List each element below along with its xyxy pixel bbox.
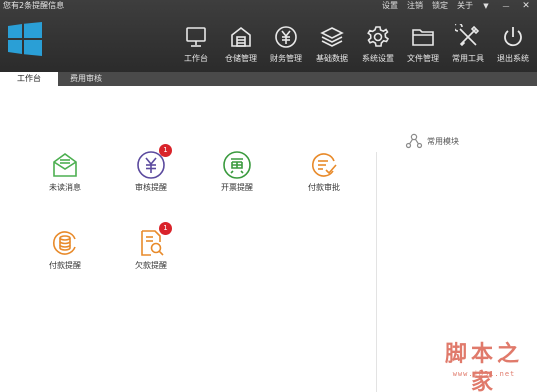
about-link[interactable]: 关于 [457, 1, 473, 11]
common-modules-header: 常用模块 [405, 133, 459, 149]
system-links: 设置 注销 锁定 关于 ▼ — ✕ [373, 1, 537, 11]
nav-system-settings[interactable]: 系统设置 [353, 24, 403, 68]
nav-label: 基础数据 [316, 54, 348, 63]
top-header: 您有2条提醒信息 设置 注销 锁定 关于 ▼ — ✕ 工作台 仓储管理 财务管理… [0, 0, 537, 72]
tab-workbench[interactable]: 工作台 [0, 72, 58, 86]
menu-dropdown-button[interactable]: ▼ [479, 1, 493, 11]
close-button[interactable]: ✕ [519, 1, 533, 11]
nav-workbench[interactable]: 工作台 [171, 24, 221, 68]
watermark-title: 脚本之家 [444, 341, 523, 392]
app-label: 审核提醒 [135, 183, 167, 192]
tab-bar: 工作台 费用审核 [0, 72, 537, 86]
minimize-button[interactable]: — [499, 1, 513, 11]
app-label: 未读消息 [49, 183, 81, 192]
app-debt-reminder[interactable]: 1 欠款提醒 [121, 222, 181, 286]
layers-icon [320, 27, 344, 47]
nav-file-management[interactable]: 文件管理 [398, 24, 448, 68]
settings-link[interactable]: 设置 [382, 1, 398, 11]
nav-basedata[interactable]: 基础数据 [307, 24, 357, 68]
nav-finance[interactable]: 财务管理 [261, 24, 311, 68]
logout-link[interactable]: 注销 [407, 1, 423, 11]
nav-label: 系统设置 [362, 54, 394, 63]
nav-label: 文件管理 [407, 54, 439, 63]
app-payment-reminder[interactable]: 付款提醒 [35, 228, 95, 286]
invoice-icon [223, 151, 251, 179]
nav-exit-system[interactable]: 退出系统 [488, 24, 537, 68]
folder-icon [412, 29, 434, 46]
nav-warehouse[interactable]: 仓储管理 [216, 24, 266, 68]
envelope-icon [53, 153, 77, 177]
lock-link[interactable]: 锁定 [432, 1, 448, 11]
share-nodes-icon [405, 133, 423, 149]
tab-expense-review[interactable]: 费用审核 [58, 72, 114, 86]
notification-badge: 1 [159, 144, 172, 157]
power-icon [504, 27, 522, 47]
app-label: 付款提醒 [49, 261, 81, 270]
app-invoice-reminder[interactable]: 开票提醒 [207, 150, 267, 208]
app-label: 欠款提醒 [135, 261, 167, 270]
nav-label: 退出系统 [497, 54, 529, 63]
nav-common-tools[interactable]: 常用工具 [443, 24, 493, 68]
approve-icon [312, 153, 337, 177]
reminder-notice[interactable]: 您有2条提醒信息 [3, 1, 64, 11]
app-review-reminder[interactable]: 1 审核提醒 [121, 144, 181, 208]
watermark-url: www.jb51.net [452, 370, 516, 378]
nav-label: 仓储管理 [225, 54, 257, 63]
monitor-icon [186, 27, 206, 47]
column-divider [376, 152, 377, 392]
nav-label: 常用工具 [452, 54, 484, 63]
yuan-circle-icon [275, 26, 297, 48]
nav-label: 财务管理 [270, 54, 302, 63]
site-watermark: 脚本之家 www.jb51.net [434, 340, 534, 392]
nav-label: 工作台 [184, 54, 208, 63]
gear-icon [367, 26, 390, 47]
tools-icon [455, 24, 480, 47]
common-modules-title: 常用模块 [427, 136, 459, 146]
notification-badge: 1 [159, 222, 172, 235]
app-payment-approval[interactable]: 付款审批 [294, 150, 354, 208]
app-label: 开票提醒 [221, 183, 253, 192]
app-label: 付款审批 [308, 183, 340, 192]
warehouse-icon [231, 26, 251, 47]
app-unread-messages[interactable]: 未读消息 [35, 150, 95, 208]
windows-logo-icon [8, 22, 42, 56]
coins-icon [53, 231, 76, 255]
